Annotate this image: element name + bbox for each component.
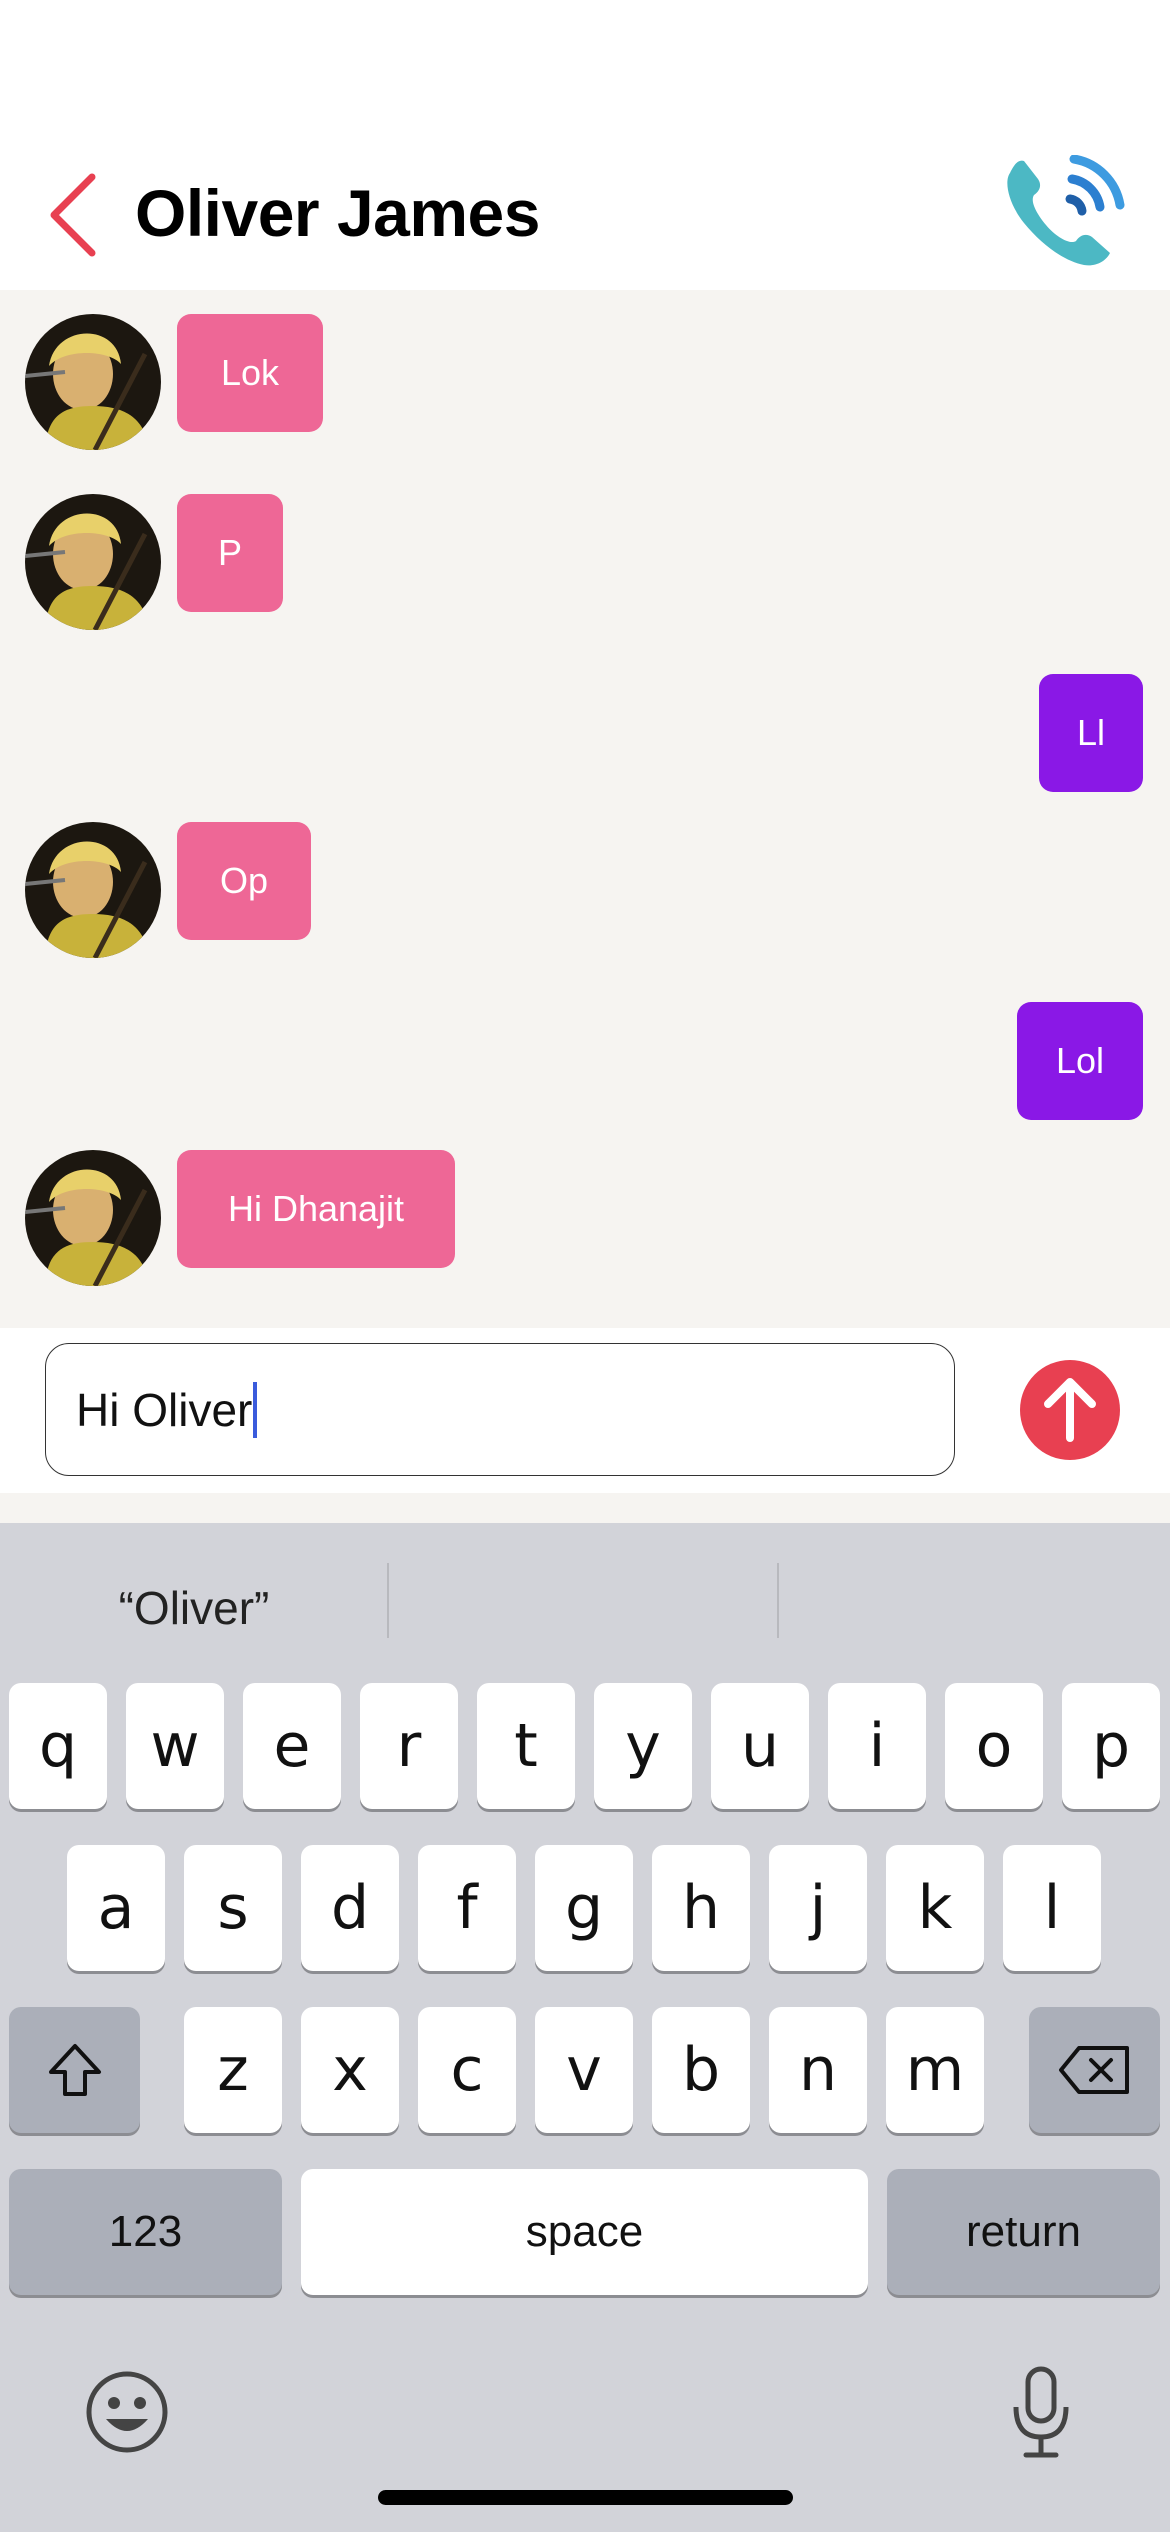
text-caret [253, 1381, 258, 1438]
key-k[interactable]: k [886, 1845, 984, 1971]
message-list[interactable]: Lok P Ll Op Lol Hi Dhanajit [0, 290, 1170, 1328]
emoji-icon[interactable] [84, 2369, 170, 2455]
message-outgoing: Ll [0, 674, 1170, 792]
key-e[interactable]: e [243, 1683, 341, 1809]
arrow-up-icon [1044, 1378, 1096, 1442]
message-incoming: P [0, 494, 1170, 630]
suggestion-1[interactable]: “Oliver” [0, 1558, 388, 1658]
key-o[interactable]: o [945, 1683, 1043, 1809]
composer-spacer [0, 1493, 1170, 1523]
key-b[interactable]: b [652, 2007, 750, 2133]
message-incoming: Lok [0, 314, 1170, 450]
key-q[interactable]: q [9, 1683, 107, 1809]
backspace-icon [1058, 2046, 1129, 2094]
message-input[interactable]: Hi Oliver [45, 1343, 955, 1476]
message-incoming: Hi Dhanajit [0, 1150, 1170, 1286]
suggestion-3[interactable] [779, 1558, 1170, 1658]
message-bubble[interactable]: Hi Dhanajit [177, 1150, 455, 1268]
key-g[interactable]: g [535, 1845, 633, 1971]
home-indicator[interactable] [378, 2490, 793, 2505]
chat-header: Oliver James [0, 0, 1170, 290]
key-m[interactable]: m [886, 2007, 984, 2133]
message-composer: Hi Oliver [0, 1328, 1170, 1493]
message-bubble[interactable]: Lok [177, 314, 323, 432]
key-v[interactable]: v [535, 2007, 633, 2133]
message-bubble[interactable]: Ll [1039, 674, 1143, 792]
space-key[interactable]: space [301, 2169, 868, 2295]
page-title: Oliver James [135, 176, 540, 250]
key-p[interactable]: p [1062, 1683, 1160, 1809]
key-h[interactable]: h [652, 1845, 750, 1971]
chevron-left-icon[interactable] [40, 165, 110, 265]
numbers-key[interactable]: 123 [9, 2169, 282, 2295]
shift-key[interactable] [9, 2007, 140, 2133]
return-key[interactable]: return [887, 2169, 1160, 2295]
avatar[interactable] [25, 1150, 161, 1286]
delete-key[interactable] [1029, 2007, 1160, 2133]
key-y[interactable]: y [594, 1683, 692, 1809]
key-w[interactable]: w [126, 1683, 224, 1809]
key-l[interactable]: l [1003, 1845, 1101, 1971]
key-z[interactable]: z [184, 2007, 282, 2133]
key-f[interactable]: f [418, 1845, 516, 1971]
suggestion-2[interactable] [389, 1558, 777, 1658]
send-button[interactable] [1020, 1360, 1120, 1460]
key-x[interactable]: x [301, 2007, 399, 2133]
key-u[interactable]: u [711, 1683, 809, 1809]
key-c[interactable]: c [418, 2007, 516, 2133]
keyboard: “Oliver” q w e r t y u i o p a s d f g h… [0, 1523, 1170, 2532]
key-j[interactable]: j [769, 1845, 867, 1971]
key-i[interactable]: i [828, 1683, 926, 1809]
key-d[interactable]: d [301, 1845, 399, 1971]
shift-icon [48, 2044, 101, 2096]
message-bubble[interactable]: Lol [1017, 1002, 1143, 1120]
microphone-icon[interactable] [1006, 2363, 1076, 2463]
avatar[interactable] [25, 822, 161, 958]
message-outgoing: Lol [0, 1002, 1170, 1120]
avatar[interactable] [25, 494, 161, 630]
message-input-value: Hi Oliver [76, 1383, 253, 1436]
message-bubble[interactable]: Op [177, 822, 311, 940]
avatar[interactable] [25, 314, 161, 450]
key-n[interactable]: n [769, 2007, 867, 2133]
phone-call-icon[interactable] [1000, 155, 1125, 270]
key-s[interactable]: s [184, 1845, 282, 1971]
message-bubble[interactable]: P [177, 494, 283, 612]
key-t[interactable]: t [477, 1683, 575, 1809]
key-a[interactable]: a [67, 1845, 165, 1971]
message-incoming: Op [0, 822, 1170, 958]
key-r[interactable]: r [360, 1683, 458, 1809]
